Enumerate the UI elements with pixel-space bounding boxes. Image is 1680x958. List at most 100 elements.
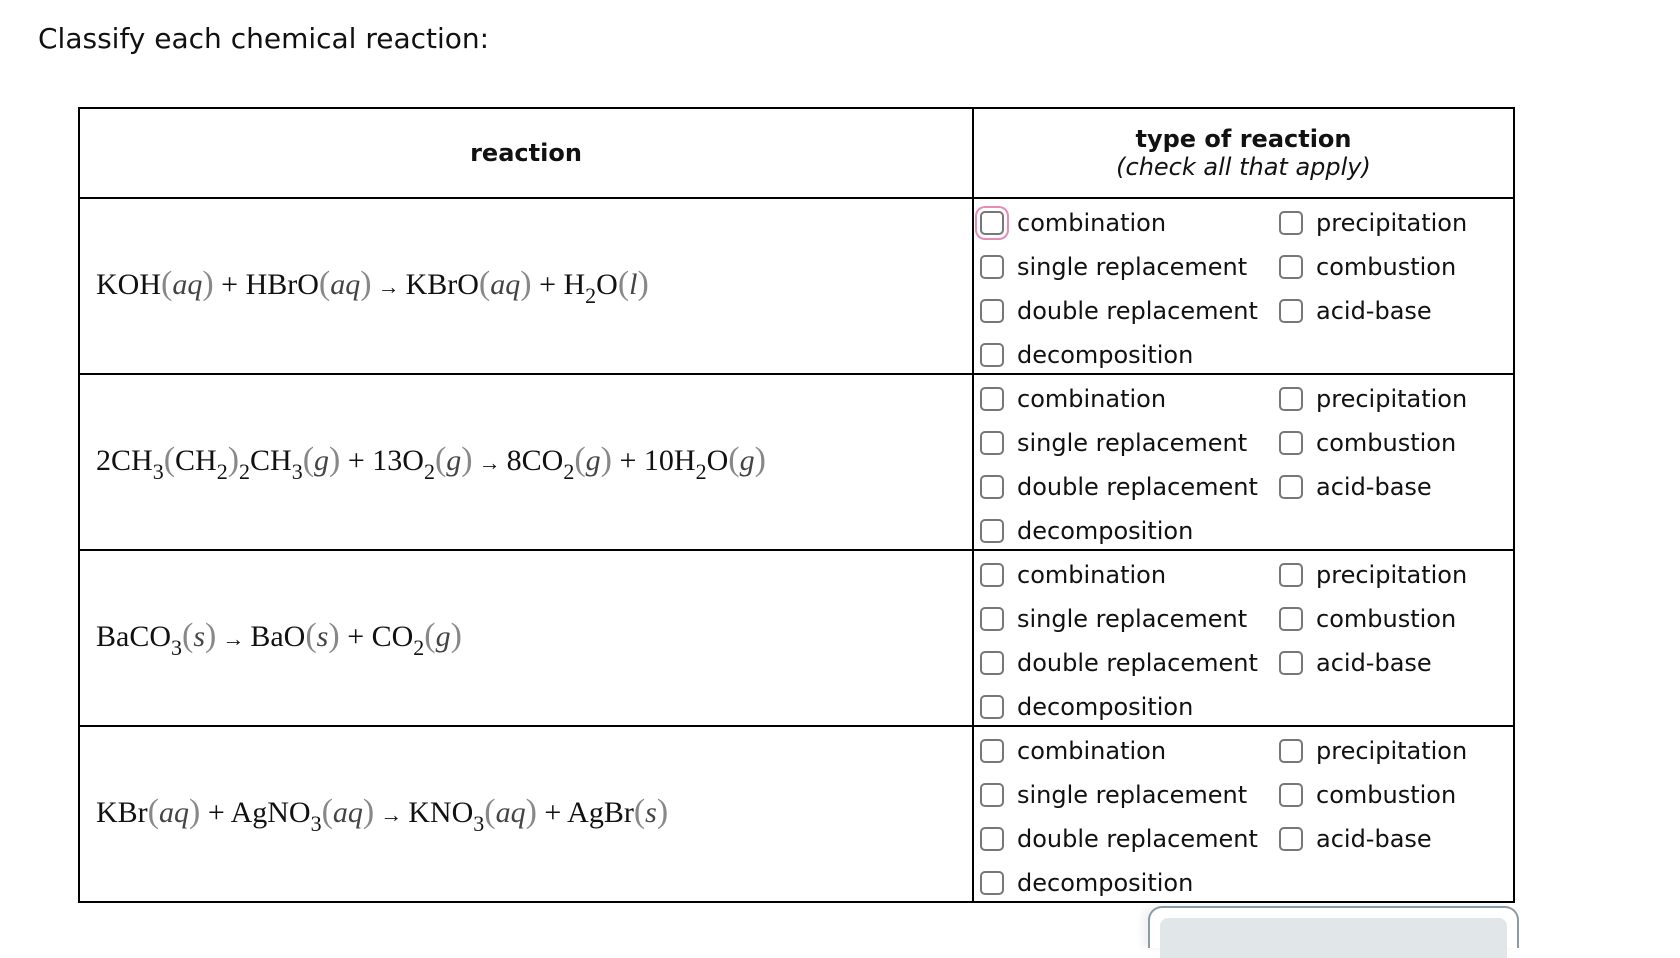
phase-label: (aq) <box>147 793 201 830</box>
checkbox-acid-base[interactable] <box>1279 827 1303 851</box>
checkbox-precipitation[interactable] <box>1279 387 1303 411</box>
checkbox-precipitation[interactable] <box>1279 739 1303 763</box>
option-decomposition[interactable]: decomposition <box>980 691 1193 723</box>
checkbox-single-replacement[interactable] <box>980 783 1004 807</box>
option-acid-base[interactable]: acid-base <box>1279 647 1432 679</box>
reaction-type-options: combination single replacement double repl… <box>974 375 1513 549</box>
option-double-replacement[interactable]: double replacement <box>980 471 1258 503</box>
checkbox-double-replacement[interactable] <box>980 475 1004 499</box>
option-precipitation[interactable]: precipitation <box>1279 735 1467 767</box>
checkbox-single-replacement[interactable] <box>980 255 1004 279</box>
checkbox-decomposition[interactable] <box>980 519 1004 543</box>
option-combustion[interactable]: combustion <box>1279 779 1456 811</box>
checkbox-combination[interactable] <box>980 563 1004 587</box>
bottom-toolbar-panel <box>1148 906 1519 958</box>
reaction-row: 2CH3(CH2)2CH3(g) + 13O2(g) → 8CO2(g) + 10H… <box>78 373 1515 551</box>
option-combustion[interactable]: combustion <box>1279 427 1456 459</box>
option-label: double replacement <box>1017 825 1258 853</box>
option-single-replacement[interactable]: single replacement <box>980 603 1247 635</box>
checkbox-combination[interactable] <box>980 739 1004 763</box>
reaction-type-options: combination single replacement double repl… <box>974 727 1513 901</box>
option-label: single replacement <box>1017 253 1248 281</box>
phase-label: (g) <box>728 441 766 478</box>
option-double-replacement[interactable]: double replacement <box>980 647 1258 679</box>
option-acid-base[interactable]: acid-base <box>1279 823 1432 855</box>
option-label: single replacement <box>1017 781 1248 809</box>
reaction-type-cell: combination single replacement double repl… <box>972 725 1515 903</box>
option-decomposition[interactable]: decomposition <box>980 339 1193 371</box>
option-label: precipitation <box>1316 209 1468 237</box>
option-label: decomposition <box>1017 693 1194 721</box>
option-acid-base[interactable]: acid-base <box>1279 471 1432 503</box>
checkbox-precipitation[interactable] <box>1279 211 1303 235</box>
option-label: precipitation <box>1316 737 1468 765</box>
option-combustion[interactable]: combustion <box>1279 603 1456 635</box>
checkbox-combustion[interactable] <box>1279 431 1303 455</box>
checkbox-single-replacement[interactable] <box>980 431 1004 455</box>
checkbox-decomposition[interactable] <box>980 343 1004 367</box>
option-combination[interactable]: combination <box>980 383 1166 415</box>
option-decomposition[interactable]: decomposition <box>980 515 1193 547</box>
option-double-replacement[interactable]: double replacement <box>980 823 1258 855</box>
reaction-arrow-icon: → <box>377 274 400 299</box>
option-combination[interactable]: combination <box>980 207 1166 239</box>
phase-label: (g) <box>302 441 341 478</box>
checkbox-combination[interactable] <box>980 211 1004 235</box>
option-single-replacement[interactable]: single replacement <box>980 779 1247 811</box>
reaction-arrow-icon: → <box>222 626 245 651</box>
chemical-equation: KOH(aq) + HBrO(aq) → KBrO(aq) + H2O(l) <box>96 265 649 308</box>
option-precipitation[interactable]: precipitation <box>1279 559 1467 591</box>
checkbox-combustion[interactable] <box>1279 783 1303 807</box>
reaction-arrow-icon: → <box>380 802 403 827</box>
checkbox-decomposition[interactable] <box>980 695 1004 719</box>
option-double-replacement[interactable]: double replacement <box>980 295 1258 327</box>
checkbox-double-replacement[interactable] <box>980 299 1004 323</box>
reaction-classification-table: reaction type of reaction (check all tha… <box>78 107 1515 903</box>
checkbox-acid-base[interactable] <box>1279 299 1303 323</box>
header-type-title: type of reaction <box>1135 125 1352 153</box>
option-decomposition[interactable]: decomposition <box>980 867 1193 899</box>
checkbox-double-replacement[interactable] <box>980 651 1004 675</box>
option-acid-base[interactable]: acid-base <box>1279 295 1432 327</box>
option-label: combustion <box>1316 253 1457 281</box>
header-type-of-reaction: type of reaction (check all that apply) <box>972 107 1515 199</box>
reaction-type-cell: combination single replacement double repl… <box>972 197 1515 375</box>
checkbox-combustion[interactable] <box>1279 255 1303 279</box>
checkbox-acid-base[interactable] <box>1279 651 1303 675</box>
option-combination[interactable]: combination <box>980 559 1166 591</box>
reaction-type-options: combination single replacement double repl… <box>974 551 1513 725</box>
option-label: double replacement <box>1017 649 1258 677</box>
option-label: acid-base <box>1316 649 1432 677</box>
phase-label: (aq) <box>161 265 214 302</box>
option-precipitation[interactable]: precipitation <box>1279 207 1467 239</box>
checkbox-single-replacement[interactable] <box>980 607 1004 631</box>
checkbox-double-replacement[interactable] <box>980 827 1004 851</box>
reaction-row: BaCO3(s) → BaO(s) + CO2(g) combination singl… <box>78 549 1515 727</box>
option-combination[interactable]: combination <box>980 735 1166 767</box>
phase-label: (g) <box>424 617 462 654</box>
reaction-row: KOH(aq) + HBrO(aq) → KBrO(aq) + H2O(l) comb… <box>78 197 1515 375</box>
phase-label: (s) <box>182 617 217 654</box>
bottom-toolbar-inner <box>1160 918 1507 958</box>
option-single-replacement[interactable]: single replacement <box>980 427 1247 459</box>
option-label: combustion <box>1316 605 1457 633</box>
option-label: single replacement <box>1017 605 1248 633</box>
phase-label: (g) <box>574 441 612 478</box>
chemical-equation: BaCO3(s) → BaO(s) + CO2(g) <box>96 617 462 660</box>
option-label: combination <box>1017 209 1167 237</box>
checkbox-acid-base[interactable] <box>1279 475 1303 499</box>
option-label: decomposition <box>1017 341 1194 369</box>
checkbox-decomposition[interactable] <box>980 871 1004 895</box>
option-label: double replacement <box>1017 473 1258 501</box>
checkbox-precipitation[interactable] <box>1279 563 1303 587</box>
option-label: combustion <box>1316 429 1457 457</box>
option-label: acid-base <box>1316 825 1432 853</box>
checkbox-combination[interactable] <box>980 387 1004 411</box>
phase-label: (s) <box>633 793 669 830</box>
option-combustion[interactable]: combustion <box>1279 251 1456 283</box>
option-precipitation[interactable]: precipitation <box>1279 383 1467 415</box>
option-single-replacement[interactable]: single replacement <box>980 251 1247 283</box>
checkbox-combustion[interactable] <box>1279 607 1303 631</box>
reaction-cell: BaCO3(s) → BaO(s) + CO2(g) <box>78 549 974 727</box>
reaction-row: KBr(aq) + AgNO3(aq) → KNO3(aq) + AgBr(s) co… <box>78 725 1515 903</box>
